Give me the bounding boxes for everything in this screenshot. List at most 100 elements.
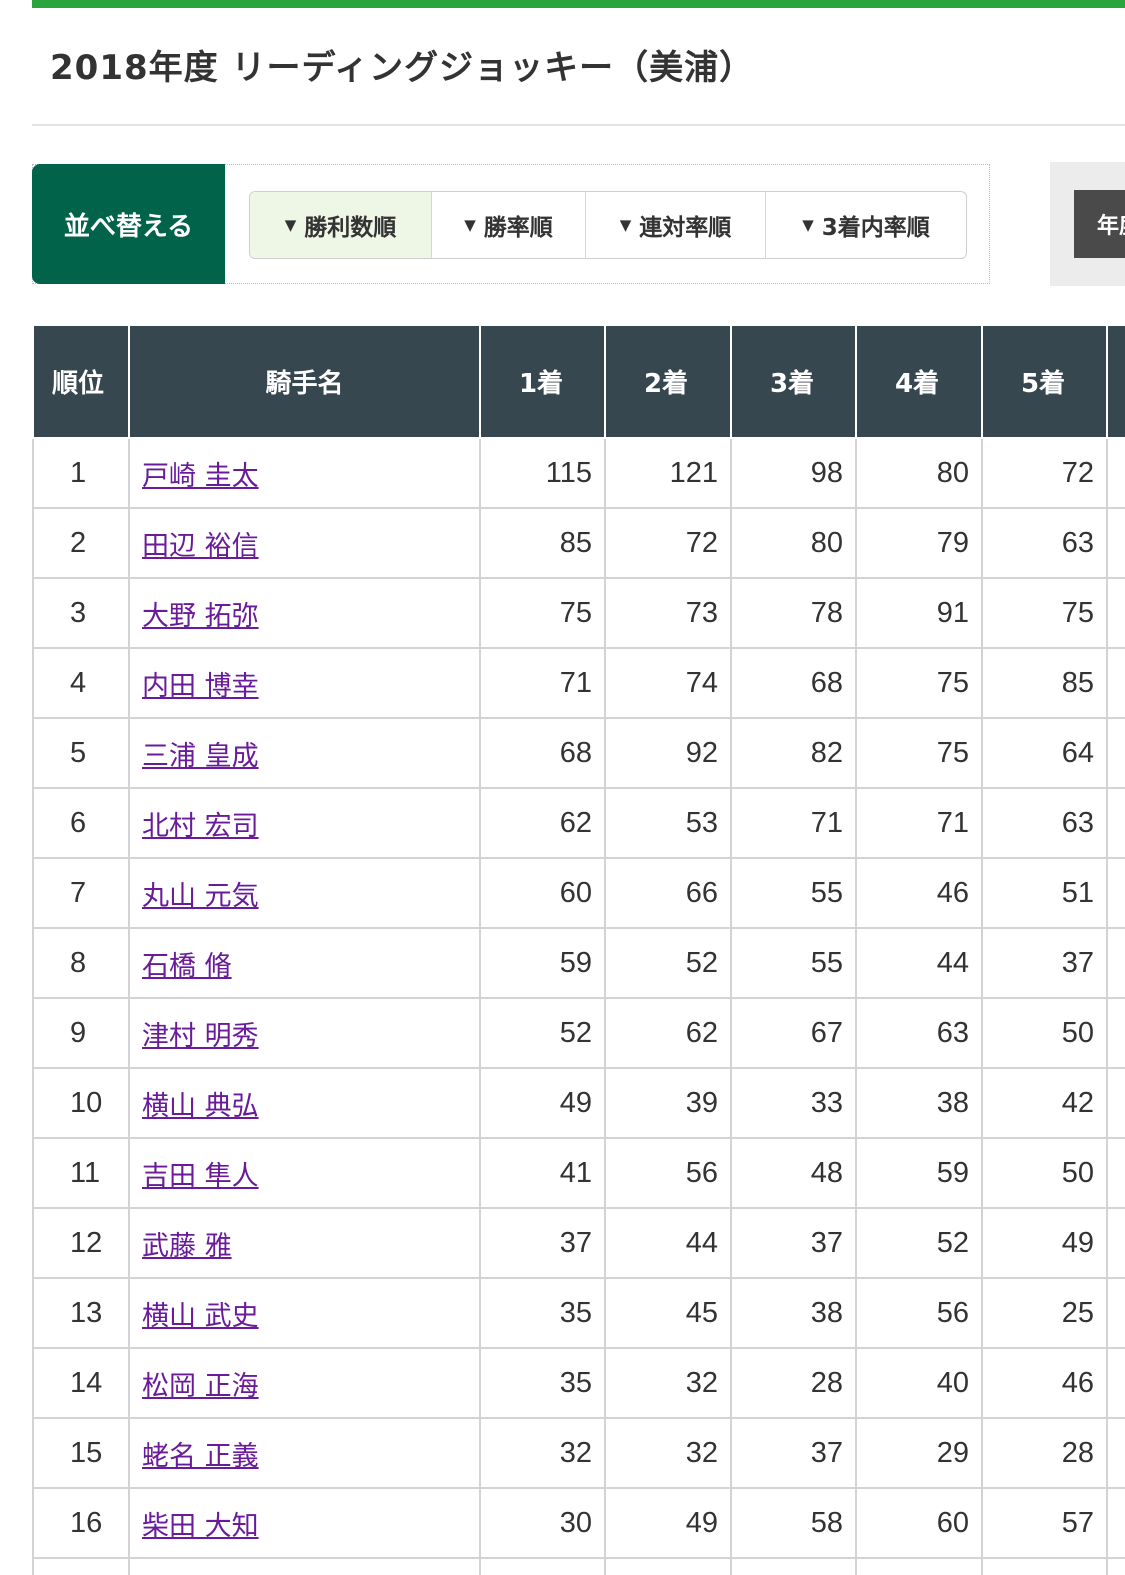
place-count-cell-5: 72 xyxy=(981,437,1108,509)
place-count-cell-1: 32 xyxy=(479,1417,606,1489)
place-count-cell-3: 37 xyxy=(730,1207,857,1279)
jockey-name-cell: 田辺 裕信 xyxy=(128,507,481,579)
table-row: 6 北村 宏司 62 53 71 71 63 xyxy=(32,787,1125,859)
jockey-name-link[interactable]: 柴田 大知 xyxy=(142,1511,259,1542)
sort-button-group: ▼ 勝利数順 ▼ 勝率順 ▼ 連対率順 ▼ 3着内率順 xyxy=(249,191,967,259)
place-count-cell-4: 52 xyxy=(855,1207,983,1279)
place-count-cell-1: 30 xyxy=(479,1487,606,1559)
jockey-name-cell: 大野 拓弥 xyxy=(128,577,481,649)
empty-cell xyxy=(981,1557,1108,1575)
place-count-cell-5: 37 xyxy=(981,927,1108,999)
table-row-partial xyxy=(32,1557,1125,1575)
table-row: 3 大野 拓弥 75 73 78 91 75 xyxy=(32,577,1125,649)
sort-label: 並べ替える xyxy=(32,164,225,284)
sort-by-top3-rate-button[interactable]: ▼ 3着内率順 xyxy=(766,192,966,258)
year-select-button[interactable]: 年度 xyxy=(1074,190,1125,258)
table-header-row: 順位 騎手名 1着 2着 3着 4着 5着 xyxy=(32,324,1125,439)
rank-cell: 1 xyxy=(32,437,130,509)
place-count-cell-3: 78 xyxy=(730,577,857,649)
cut-off-cell xyxy=(1106,507,1125,579)
table-row: 12 武藤 雅 37 44 37 52 49 xyxy=(32,1207,1125,1279)
header-cut-off xyxy=(1106,324,1125,439)
header-first[interactable]: 1着 xyxy=(479,324,606,439)
place-count-cell-3: 33 xyxy=(730,1067,857,1139)
triangle-down-icon: ▼ xyxy=(464,216,476,234)
place-count-cell-2: 121 xyxy=(604,437,732,509)
rank-cell: 6 xyxy=(32,787,130,859)
year-selector-panel: 年度 xyxy=(1050,162,1125,286)
place-count-cell-4: 91 xyxy=(855,577,983,649)
header-fourth[interactable]: 4着 xyxy=(855,324,983,439)
jockey-name-cell: 横山 武史 xyxy=(128,1277,481,1349)
place-count-cell-4: 56 xyxy=(855,1277,983,1349)
header-fifth[interactable]: 5着 xyxy=(981,324,1108,439)
sort-option-label: 連対率順 xyxy=(639,215,732,241)
header-second[interactable]: 2着 xyxy=(604,324,732,439)
triangle-down-icon: ▼ xyxy=(802,216,814,234)
place-count-cell-1: 41 xyxy=(479,1137,606,1209)
place-count-cell-1: 37 xyxy=(479,1207,606,1279)
jockey-name-link[interactable]: 横山 典弘 xyxy=(142,1091,259,1122)
place-count-cell-1: 62 xyxy=(479,787,606,859)
place-count-cell-3: 38 xyxy=(730,1277,857,1349)
place-count-cell-4: 29 xyxy=(855,1417,983,1489)
header-third[interactable]: 3着 xyxy=(730,324,857,439)
rank-cell: 10 xyxy=(32,1067,130,1139)
cut-off-cell xyxy=(1106,717,1125,789)
place-count-cell-5: 28 xyxy=(981,1417,1108,1489)
cut-off-cell xyxy=(1106,1207,1125,1279)
place-count-cell-3: 55 xyxy=(730,857,857,929)
place-count-cell-4: 79 xyxy=(855,507,983,579)
cut-off-cell xyxy=(1106,1347,1125,1419)
jockey-name-link[interactable]: 丸山 元気 xyxy=(142,881,259,912)
place-count-cell-4: 46 xyxy=(855,857,983,929)
jockey-name-link[interactable]: 三浦 皇成 xyxy=(142,741,259,772)
cut-off-cell xyxy=(1106,857,1125,929)
title-divider xyxy=(32,124,1125,126)
jockey-name-cell: 北村 宏司 xyxy=(128,787,481,859)
sort-option-label: 勝利数順 xyxy=(304,215,397,241)
header-jockey-name[interactable]: 騎手名 xyxy=(128,324,481,439)
rank-cell: 16 xyxy=(32,1487,130,1559)
place-count-cell-5: 50 xyxy=(981,1137,1108,1209)
cut-off-cell xyxy=(1106,1417,1125,1489)
cut-off-cell xyxy=(1106,1067,1125,1139)
jockey-name-link[interactable]: 内田 博幸 xyxy=(142,671,259,702)
jockey-name-link[interactable]: 蛯名 正義 xyxy=(142,1441,259,1472)
place-count-cell-5: 63 xyxy=(981,507,1108,579)
jockey-name-link[interactable]: 戸崎 圭太 xyxy=(142,461,259,492)
jockey-name-link[interactable]: 横山 武史 xyxy=(142,1301,259,1332)
jockey-name-link[interactable]: 津村 明秀 xyxy=(142,1021,259,1052)
place-count-cell-3: 48 xyxy=(730,1137,857,1209)
empty-cell xyxy=(604,1557,732,1575)
empty-cell xyxy=(1106,1557,1125,1575)
rank-cell: 13 xyxy=(32,1277,130,1349)
sort-by-top2-rate-button[interactable]: ▼ 連対率順 xyxy=(586,192,766,258)
sort-by-wins-button[interactable]: ▼ 勝利数順 xyxy=(250,192,432,258)
jockey-name-link[interactable]: 田辺 裕信 xyxy=(142,531,259,562)
jockey-name-link[interactable]: 吉田 隼人 xyxy=(142,1161,259,1192)
page-title: 2018年度 リーディングジョッキー（美浦） xyxy=(50,48,755,88)
jockey-name-link[interactable]: 石橋 脩 xyxy=(142,951,232,982)
jockey-name-cell: 戸崎 圭太 xyxy=(128,437,481,509)
header-rank[interactable]: 順位 xyxy=(32,324,130,439)
place-count-cell-3: 82 xyxy=(730,717,857,789)
jockey-name-link[interactable]: 武藤 雅 xyxy=(142,1231,232,1262)
table-row: 2 田辺 裕信 85 72 80 79 63 xyxy=(32,507,1125,579)
place-count-cell-2: 44 xyxy=(604,1207,732,1279)
empty-cell xyxy=(479,1557,606,1575)
jockey-name-link[interactable]: 北村 宏司 xyxy=(142,811,259,842)
place-count-cell-5: 63 xyxy=(981,787,1108,859)
sort-by-win-rate-button[interactable]: ▼ 勝率順 xyxy=(432,192,586,258)
jockey-name-link[interactable]: 松岡 正海 xyxy=(142,1371,259,1402)
place-count-cell-5: 85 xyxy=(981,647,1108,719)
table-row: 13 横山 武史 35 45 38 56 25 xyxy=(32,1277,1125,1349)
rank-cell: 8 xyxy=(32,927,130,999)
jockey-name-link[interactable]: 大野 拓弥 xyxy=(142,601,259,632)
place-count-cell-2: 32 xyxy=(604,1417,732,1489)
place-count-cell-2: 92 xyxy=(604,717,732,789)
place-count-cell-1: 35 xyxy=(479,1347,606,1419)
place-count-cell-3: 37 xyxy=(730,1417,857,1489)
jockey-name-cell: 石橋 脩 xyxy=(128,927,481,999)
jockey-name-cell: 吉田 隼人 xyxy=(128,1137,481,1209)
